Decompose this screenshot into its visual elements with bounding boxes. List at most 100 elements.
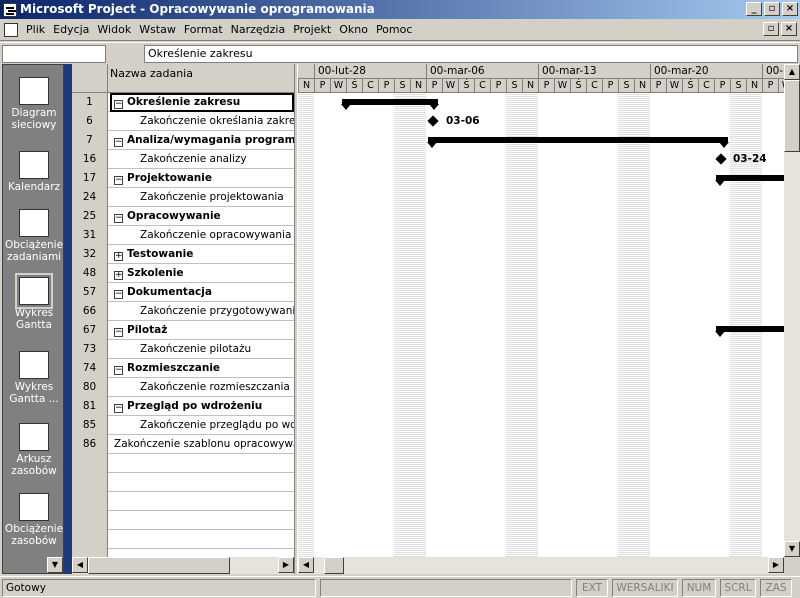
- scroll-left-icon[interactable]: ◀: [298, 557, 314, 573]
- task-name-cell[interactable]: − Określenie zakresu: [110, 93, 294, 112]
- scroll-thumb[interactable]: [324, 557, 344, 574]
- menu-project[interactable]: Projekt: [289, 20, 335, 40]
- table-row[interactable]: 73 Zakończenie pilotażu: [72, 340, 294, 359]
- menu-insert[interactable]: Wstaw: [135, 20, 180, 40]
- summary-bar[interactable]: [341, 99, 439, 110]
- menu-edit[interactable]: Edycja: [49, 20, 93, 40]
- task-name-cell[interactable]: − Przegląd po wdrożeniu: [110, 397, 294, 416]
- collapse-icon[interactable]: −: [114, 176, 123, 185]
- scroll-up-icon[interactable]: ▲: [784, 64, 800, 80]
- row-id-cell[interactable]: 16: [72, 150, 108, 169]
- row-id-cell[interactable]: [72, 511, 108, 530]
- row-id-cell[interactable]: [72, 454, 108, 473]
- task-name-cell[interactable]: Zakończenie pilotażu: [110, 340, 294, 359]
- view-calendar[interactable]: Kalendarz: [3, 151, 65, 193]
- collapse-icon[interactable]: −: [114, 328, 123, 337]
- table-row[interactable]: 25− Opracowywanie: [72, 207, 294, 226]
- row-id-cell[interactable]: 74: [72, 359, 108, 378]
- menu-help[interactable]: Pomoc: [372, 20, 416, 40]
- collapse-icon[interactable]: −: [114, 100, 123, 109]
- row-id-cell[interactable]: 1: [72, 93, 108, 112]
- task-name-cell[interactable]: Zakończenie przeglądu po wdrożeniu: [110, 416, 294, 435]
- task-name-cell[interactable]: Zakończenie opracowywania: [110, 226, 294, 245]
- table-row[interactable]: 6 Zakończenie określania zakresu: [72, 112, 294, 131]
- view-network-diagram[interactable]: Diagram sieciowy: [3, 77, 65, 131]
- scroll-down-icon[interactable]: ▼: [784, 541, 800, 557]
- summary-bar[interactable]: [715, 175, 784, 186]
- row-id-cell[interactable]: 32: [72, 245, 108, 264]
- entry-field[interactable]: Określenie zakresu: [144, 45, 798, 63]
- table-row[interactable]: 48 + Szkolenie: [72, 264, 294, 283]
- expand-icon[interactable]: +: [114, 271, 123, 280]
- task-name-cell[interactable]: Zakończenie przygotowywania: [110, 302, 294, 321]
- row-id-cell[interactable]: 6: [72, 112, 108, 131]
- table-row[interactable]: 57− Dokumentacja: [72, 283, 294, 302]
- view-task-usage[interactable]: Obciążenie zadaniami: [3, 209, 65, 263]
- menu-file[interactable]: Plik: [22, 20, 49, 40]
- expand-icon[interactable]: +: [114, 252, 123, 261]
- viewbar-scroll-down-icon[interactable]: ▼: [47, 557, 63, 573]
- menu-tools[interactable]: Narzędzia: [227, 20, 290, 40]
- menu-window[interactable]: Okno: [335, 20, 372, 40]
- empty-row[interactable]: [72, 511, 294, 530]
- row-id-cell[interactable]: 73: [72, 340, 108, 359]
- menu-view[interactable]: Widok: [93, 20, 135, 40]
- table-row[interactable]: 24 Zakończenie projektowania: [72, 188, 294, 207]
- row-id-cell[interactable]: 85: [72, 416, 108, 435]
- table-row[interactable]: 32 + Testowanie: [72, 245, 294, 264]
- restore-button[interactable]: ▫: [764, 2, 780, 16]
- task-name-cell[interactable]: Zakończenie projektowania: [110, 188, 294, 207]
- vertical-scrollbar[interactable]: ▲ ▼: [784, 64, 800, 557]
- collapse-icon[interactable]: −: [114, 366, 123, 375]
- row-id-cell[interactable]: 67: [72, 321, 108, 340]
- scroll-right-icon[interactable]: ▶: [768, 557, 784, 573]
- row-id-cell[interactable]: [72, 549, 108, 557]
- scroll-thumb[interactable]: [88, 557, 230, 574]
- empty-row[interactable]: [72, 549, 294, 557]
- close-button[interactable]: ×: [782, 2, 798, 16]
- table-row[interactable]: 80 Zakończenie rozmieszczania: [72, 378, 294, 397]
- table-row[interactable]: 67− Pilotaż: [72, 321, 294, 340]
- row-id-cell[interactable]: 81: [72, 397, 108, 416]
- scroll-thumb[interactable]: [784, 80, 800, 152]
- table-horizontal-scrollbar[interactable]: ◀ ▶: [72, 557, 294, 574]
- task-name-cell[interactable]: − Opracowywanie: [110, 207, 294, 226]
- summary-bar[interactable]: [427, 137, 729, 148]
- row-id-cell[interactable]: 48: [72, 264, 108, 283]
- empty-row[interactable]: [72, 473, 294, 492]
- task-name-cell[interactable]: − Pilotaż: [110, 321, 294, 340]
- table-row[interactable]: 1− Określenie zakresu: [72, 93, 294, 112]
- task-name-cell[interactable]: + Testowanie: [110, 245, 294, 264]
- row-id-cell[interactable]: 17: [72, 169, 108, 188]
- gantt-horizontal-scrollbar[interactable]: ◀ ▶: [298, 557, 784, 574]
- milestone-marker[interactable]: [427, 115, 439, 127]
- collapse-icon[interactable]: −: [114, 290, 123, 299]
- table-row[interactable]: 86 Zakończenie szablonu opracowywania: [72, 435, 294, 454]
- summary-bar[interactable]: [715, 326, 784, 337]
- row-id-cell[interactable]: 25: [72, 207, 108, 226]
- task-name-cell[interactable]: + Szkolenie: [110, 264, 294, 283]
- column-header-task-name[interactable]: Nazwa zadania: [110, 67, 193, 80]
- row-id-cell[interactable]: [72, 492, 108, 511]
- table-row[interactable]: 81− Przegląd po wdrożeniu: [72, 397, 294, 416]
- task-name-cell[interactable]: Zakończenie szablonu opracowywania: [110, 435, 294, 454]
- row-id-cell[interactable]: 31: [72, 226, 108, 245]
- row-id-cell[interactable]: 57: [72, 283, 108, 302]
- menu-format[interactable]: Format: [180, 20, 227, 40]
- task-name-cell[interactable]: − Projektowanie: [110, 169, 294, 188]
- table-row[interactable]: 7−Analiza/wymagania programowe: [72, 131, 294, 150]
- collapse-icon[interactable]: −: [114, 214, 123, 223]
- empty-row[interactable]: [72, 454, 294, 473]
- milestone-marker[interactable]: [715, 153, 727, 165]
- table-row[interactable]: 66 Zakończenie przygotowywania: [72, 302, 294, 321]
- table-row[interactable]: 74− Rozmieszczanie: [72, 359, 294, 378]
- app-icon[interactable]: [3, 2, 17, 17]
- document-icon[interactable]: [4, 22, 18, 37]
- row-id-cell[interactable]: 80: [72, 378, 108, 397]
- row-id-cell[interactable]: [72, 530, 108, 549]
- view-resource-usage[interactable]: Obciążenie zasobów: [3, 493, 65, 547]
- task-name-cell[interactable]: −Analiza/wymagania programowe: [110, 131, 294, 150]
- collapse-icon[interactable]: −: [114, 404, 123, 413]
- row-id-cell[interactable]: 66: [72, 302, 108, 321]
- row-id-cell[interactable]: 7: [72, 131, 108, 150]
